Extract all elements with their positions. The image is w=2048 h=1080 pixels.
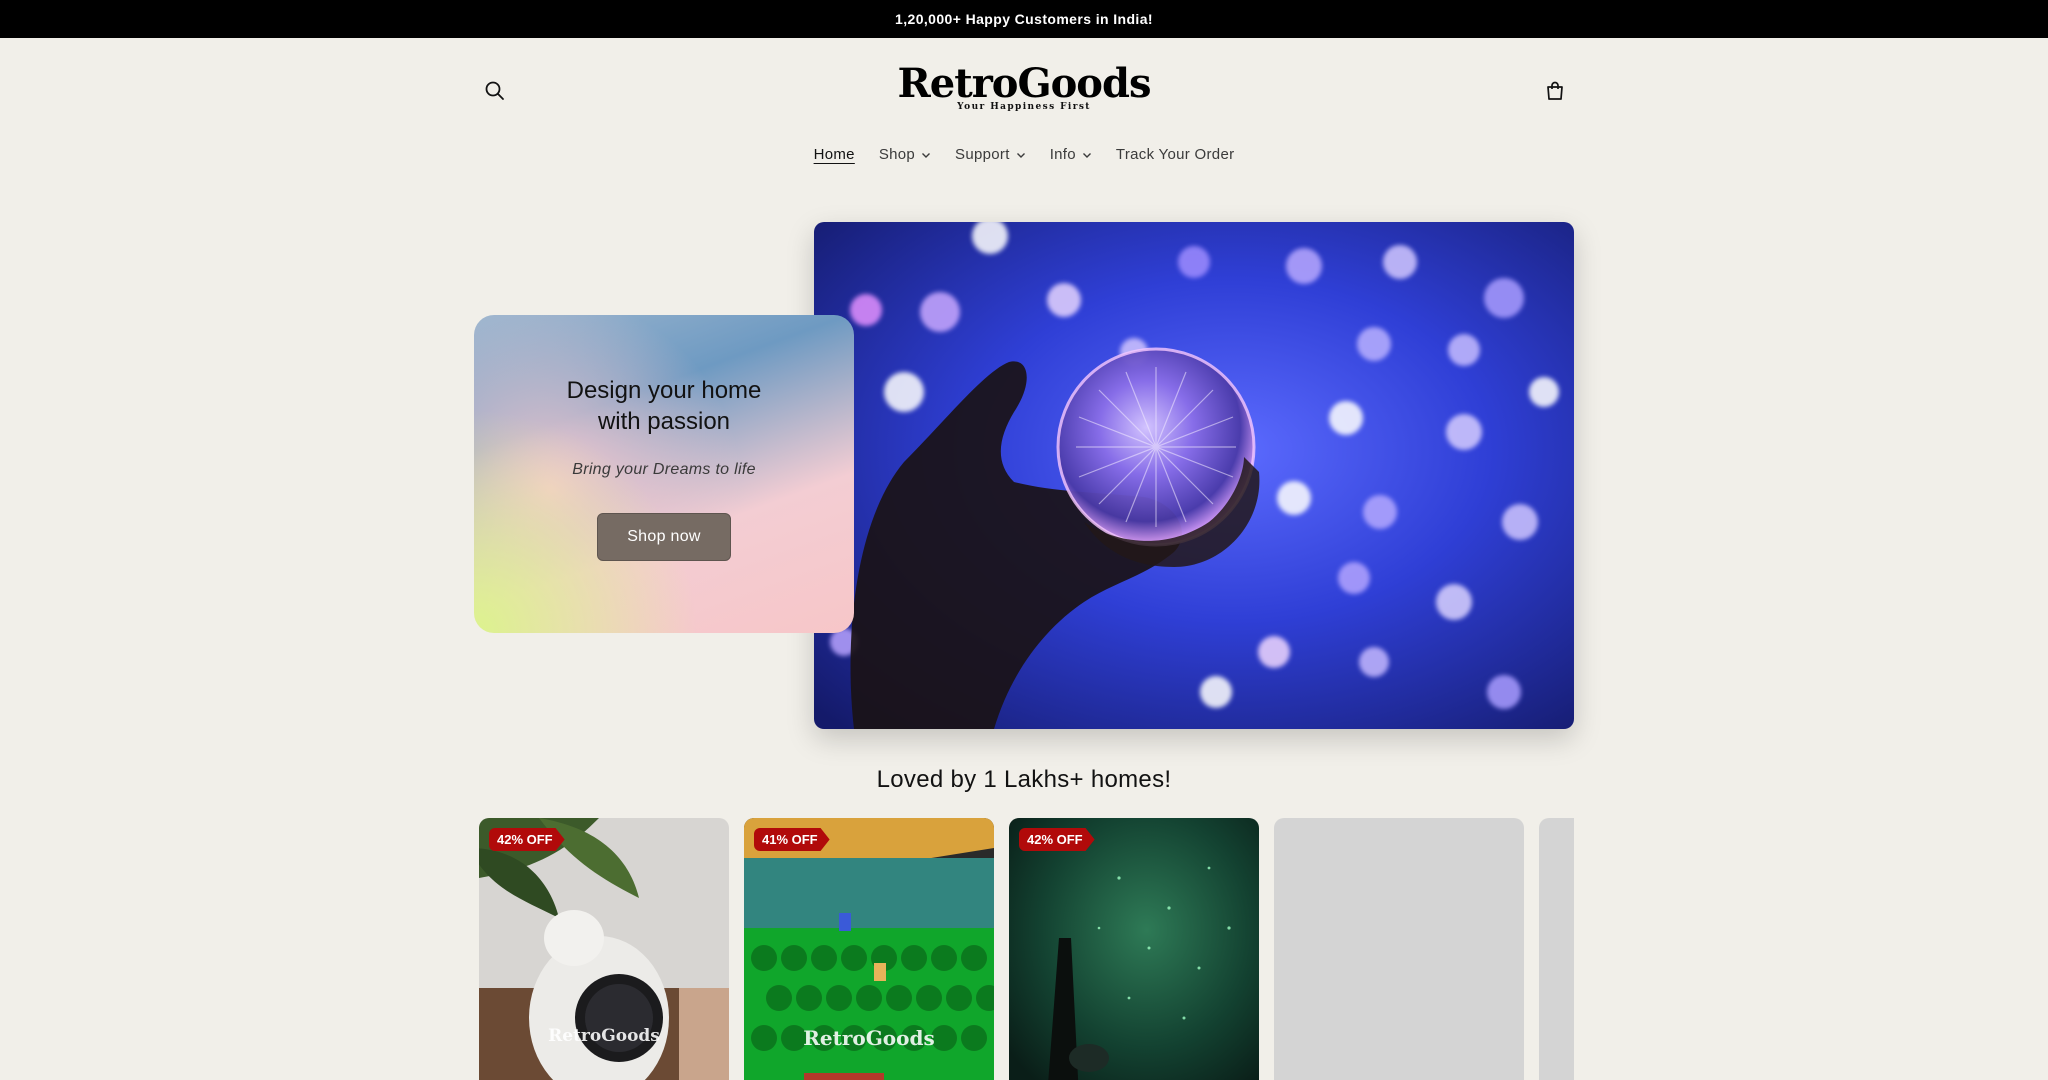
nav-label: Support: [955, 146, 1010, 163]
image-watermark: RetroGoods: [548, 1026, 660, 1046]
search-button[interactable]: [477, 73, 513, 109]
nav-item-track-order[interactable]: Track Your Order: [1116, 146, 1234, 163]
hero-title: Design your home with passion: [474, 375, 854, 437]
hero-subtitle: Bring your Dreams to life: [572, 461, 756, 478]
nav-item-support[interactable]: Support: [955, 146, 1026, 163]
product-image: [1009, 818, 1259, 1080]
discount-badge: 42% OFF: [1019, 828, 1095, 851]
shop-now-button[interactable]: Shop now: [597, 513, 731, 561]
hero-card: Design your home with passion Bring your…: [474, 315, 854, 633]
discount-badge: 42% OFF: [489, 828, 565, 851]
nav-label: Shop: [878, 146, 916, 163]
main-nav: Home Shop Support Info Track Your Order: [0, 146, 2048, 163]
section-title: Loved by 1 Lakhs+ homes!: [876, 766, 1172, 793]
announcement-bar: 1,20,000+ Happy Customers in India!: [0, 0, 2048, 38]
site-logo[interactable]: RetroGoods Your Happiness First: [874, 60, 1174, 113]
crystal-ball-image: [814, 222, 1574, 729]
nav-label: Track Your Order: [1115, 146, 1235, 163]
nav-label: Info: [1049, 146, 1076, 163]
product-carousel: 42% OFF RetroGoods 41% OFF RetroGoods 42…: [479, 818, 1574, 1080]
product-card[interactable]: 41% OFF RetroGoods: [744, 818, 994, 1080]
product-card-placeholder[interactable]: [1274, 818, 1524, 1080]
cart-button[interactable]: [1537, 73, 1573, 109]
announcement-text: 1,20,000+ Happy Customers in India!: [895, 11, 1153, 27]
discount-badge: 41% OFF: [754, 828, 830, 851]
search-icon: [485, 81, 504, 100]
logo-text: RetroGoods: [897, 60, 1152, 107]
nav-item-home[interactable]: Home: [814, 146, 855, 163]
cart-icon: [1547, 81, 1563, 100]
chevron-down-icon: [922, 152, 931, 158]
nav-label: Home: [813, 146, 855, 163]
chevron-down-icon: [1016, 152, 1025, 158]
product-card-placeholder[interactable]: [1539, 818, 1574, 1080]
product-card[interactable]: 42% OFF: [1009, 818, 1259, 1080]
nav-item-shop[interactable]: Shop: [879, 146, 931, 163]
hero-title-line1: Design your home: [566, 377, 762, 404]
nav-item-info[interactable]: Info: [1050, 146, 1092, 163]
image-watermark: RetroGoods: [803, 1026, 935, 1050]
hero-image: [814, 222, 1574, 729]
hero-title-line2: with passion: [597, 408, 731, 435]
product-card[interactable]: 42% OFF RetroGoods: [479, 818, 729, 1080]
chevron-down-icon: [1082, 152, 1091, 158]
